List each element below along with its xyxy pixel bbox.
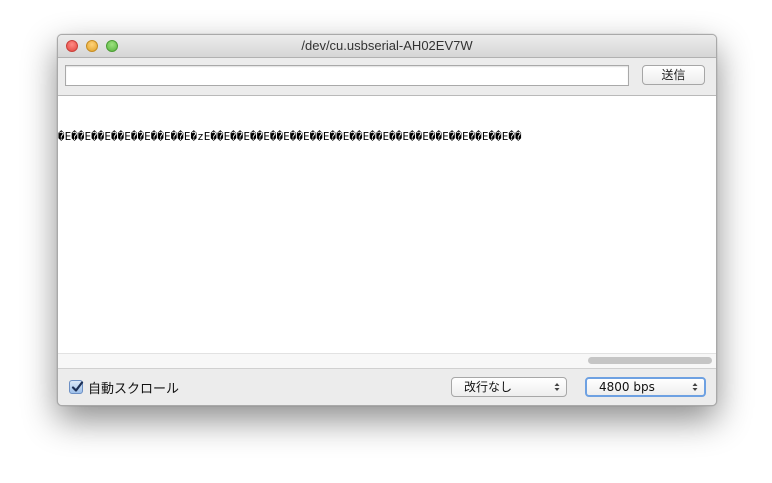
- bottom-bar: 自動スクロール 改行なし 4800 bps: [58, 368, 716, 405]
- baud-rate-select[interactable]: 4800 bps: [585, 377, 706, 397]
- chevron-updown-icon: [692, 383, 698, 391]
- check-icon: [71, 381, 84, 392]
- line-ending-value: 改行なし: [464, 380, 513, 394]
- serial-monitor-window: /dev/cu.usbserial-AH02EV7W 送信 �E��E��E��…: [57, 34, 717, 406]
- autoscroll-option[interactable]: 自動スクロール: [69, 379, 180, 396]
- send-input[interactable]: [65, 65, 629, 86]
- serial-output-text: �E��E��E��E��E��E��E�zE��E��E��E��E��E��…: [58, 130, 522, 143]
- send-toolbar: 送信: [58, 58, 716, 94]
- title-bar[interactable]: /dev/cu.usbserial-AH02EV7W: [58, 35, 716, 58]
- line-ending-select[interactable]: 改行なし: [451, 377, 567, 397]
- baud-rate-value: 4800 bps: [599, 380, 655, 394]
- chevron-updown-icon: [554, 383, 560, 391]
- autoscroll-label: 自動スクロール: [88, 380, 180, 396]
- serial-output-area[interactable]: �E��E��E��E��E��E��E�zE��E��E��E��E��E��…: [58, 95, 716, 354]
- autoscroll-checkbox[interactable]: [69, 380, 84, 394]
- scrollbar-thumb[interactable]: [588, 357, 712, 364]
- horizontal-scrollbar[interactable]: [58, 353, 716, 368]
- send-button[interactable]: 送信: [642, 65, 705, 85]
- window-title: /dev/cu.usbserial-AH02EV7W: [301, 38, 473, 53]
